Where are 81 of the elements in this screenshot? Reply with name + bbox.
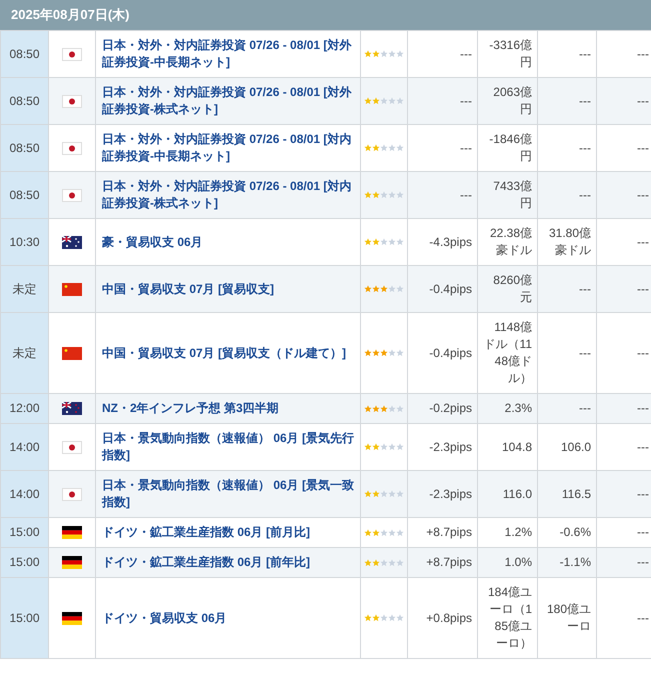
value-text: ---	[637, 346, 649, 360]
flag-icon	[62, 236, 82, 249]
pips-value: +0.8pips	[426, 610, 472, 624]
pips-value: -0.4pips	[429, 282, 472, 296]
flag-icon	[62, 612, 82, 625]
value-text: ---	[637, 610, 649, 624]
flag-icon	[62, 556, 82, 570]
pips-value: ---	[460, 188, 472, 202]
time-cell: 15:00	[0, 578, 48, 658]
time-cell: 14:00	[0, 424, 48, 470]
value-text: 116.5	[562, 486, 591, 500]
time-cell: 08:50	[0, 172, 48, 218]
value-text: ---	[579, 46, 591, 60]
pips-value: ---	[460, 140, 472, 154]
value-text: ---	[637, 140, 649, 154]
value-text: ---	[637, 525, 649, 539]
pips-value: +8.7pips	[426, 555, 472, 569]
value-text: ---	[579, 401, 591, 415]
value-text: 1148億ドル（1148億ドル）	[484, 320, 532, 385]
value-text: ---	[579, 346, 591, 360]
value-text: ---	[579, 282, 591, 296]
event-link[interactable]: ドイツ・貿易収支 06月	[102, 610, 354, 626]
flag-icon	[62, 346, 82, 360]
value-text: -1846億円	[489, 132, 532, 163]
time-cell: 15:00	[0, 548, 48, 578]
value-text: 116.0	[502, 486, 532, 500]
value-text: ---	[637, 234, 649, 248]
value-text: -3316億円	[489, 38, 532, 69]
pips-value: -0.2pips	[429, 401, 472, 415]
time-cell: 未定	[0, 312, 48, 394]
flag-icon	[62, 94, 82, 108]
value-text: -1.1%	[560, 555, 591, 569]
time-cell: 08:50	[0, 78, 48, 124]
pips-value: +8.7pips	[426, 525, 472, 539]
flag-icon	[62, 282, 82, 296]
flag-icon	[62, 526, 82, 540]
value-text: -0.6%	[560, 525, 591, 539]
value-text: ---	[637, 486, 649, 500]
flag-icon	[62, 48, 82, 61]
event-link[interactable]: 中国・貿易収支 07月 [貿易収支（ドル建て）]	[102, 344, 354, 362]
value-text: ---	[637, 401, 649, 415]
pips-value: ---	[460, 94, 472, 108]
pips-value: -2.3pips	[429, 486, 472, 500]
value-text: ---	[637, 440, 649, 454]
pips-value: -2.3pips	[429, 440, 472, 454]
value-text: 104.8	[502, 440, 532, 454]
time-cell: 10:30	[0, 218, 48, 266]
flag-icon	[62, 488, 82, 501]
value-text: 1.2%	[504, 525, 532, 539]
time-cell: 08:50	[0, 124, 48, 172]
flag-icon	[62, 142, 82, 155]
value-text: 180億ユーロ	[546, 602, 591, 633]
value-text: 7433億円	[493, 179, 532, 210]
value-text: 31.80億豪ドル	[548, 226, 591, 257]
value-text: ---	[579, 94, 591, 108]
time-cell: 08:50	[0, 30, 48, 78]
value-text: 2063億円	[493, 85, 532, 116]
value-text: ---	[579, 140, 591, 154]
time-cell: 14:00	[0, 470, 48, 518]
value-text: 22.38億豪ドル	[490, 226, 532, 257]
value-text: ---	[637, 555, 649, 569]
value-text: ---	[637, 282, 649, 296]
value-text: 2.3%	[504, 401, 532, 415]
value-text: 1.0%	[504, 555, 532, 569]
date-header: 2025年08月07日(木)	[0, 0, 651, 30]
flag-icon	[62, 188, 82, 202]
value-text: ---	[637, 46, 649, 60]
value-text: 8260億元	[493, 273, 532, 304]
time-cell: 12:00	[0, 394, 48, 424]
value-text: 184億ユーロ（185億ユーロ）	[488, 585, 532, 650]
flag-icon	[62, 440, 82, 454]
value-text: ---	[579, 188, 591, 202]
pips-value: -4.3pips	[429, 234, 472, 248]
time-cell: 未定	[0, 266, 48, 312]
pips-value: ---	[460, 46, 472, 60]
value-text: 106.0	[560, 440, 591, 454]
time-cell: 15:00	[0, 518, 48, 548]
flag-icon	[62, 402, 82, 416]
pips-value: -0.4pips	[429, 346, 472, 360]
value-text: ---	[637, 94, 649, 108]
value-text: ---	[637, 188, 649, 202]
